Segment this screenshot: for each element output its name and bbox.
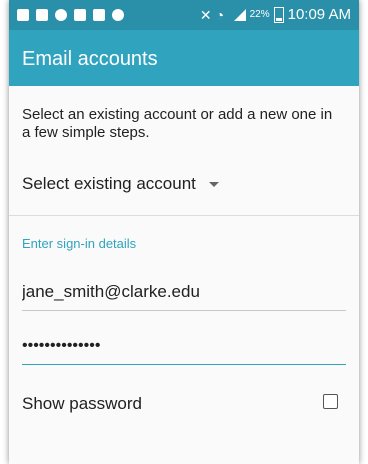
- page-title: Email accounts: [22, 48, 158, 70]
- status-bar-right: ✕ ◔ 22% 10:09 AM: [200, 6, 351, 24]
- facebook-icon: [36, 9, 48, 21]
- intro-text: Select an existing account or add a new …: [22, 106, 333, 141]
- battery-icon: [273, 7, 284, 23]
- signal-icon: [233, 9, 246, 21]
- password-field[interactable]: [22, 328, 346, 364]
- wifi-icon: ◔: [215, 7, 225, 23]
- section-label: Enter sign-in details: [22, 236, 137, 251]
- status-bar: ✕ ◔ 22% 10:09 AM: [9, 0, 359, 30]
- show-password-checkbox[interactable]: [323, 394, 338, 409]
- app-icon-2: [112, 9, 124, 21]
- app-bar: Email accounts: [9, 30, 359, 86]
- clock: 10:09 AM: [287, 6, 351, 23]
- mute-icon: ✕: [199, 7, 212, 23]
- email-field[interactable]: [22, 274, 346, 310]
- message-icon: [17, 9, 29, 21]
- divider: [9, 215, 359, 216]
- screen: ✕ ◔ 22% 10:09 AM Email accounts Select a…: [9, 0, 359, 464]
- password-field-underline: [22, 364, 346, 365]
- select-existing-account-label: Select existing account: [22, 174, 196, 193]
- location-icon: [55, 9, 67, 21]
- app-icon: [93, 9, 105, 21]
- chevron-down-icon: [208, 181, 219, 187]
- battery-percent: 22%: [249, 9, 270, 20]
- show-password-label: Show password: [22, 394, 143, 413]
- gallery-icon: [74, 9, 86, 21]
- select-existing-account-dropdown[interactable]: Select existing account: [22, 170, 219, 198]
- email-field-underline: [22, 310, 346, 311]
